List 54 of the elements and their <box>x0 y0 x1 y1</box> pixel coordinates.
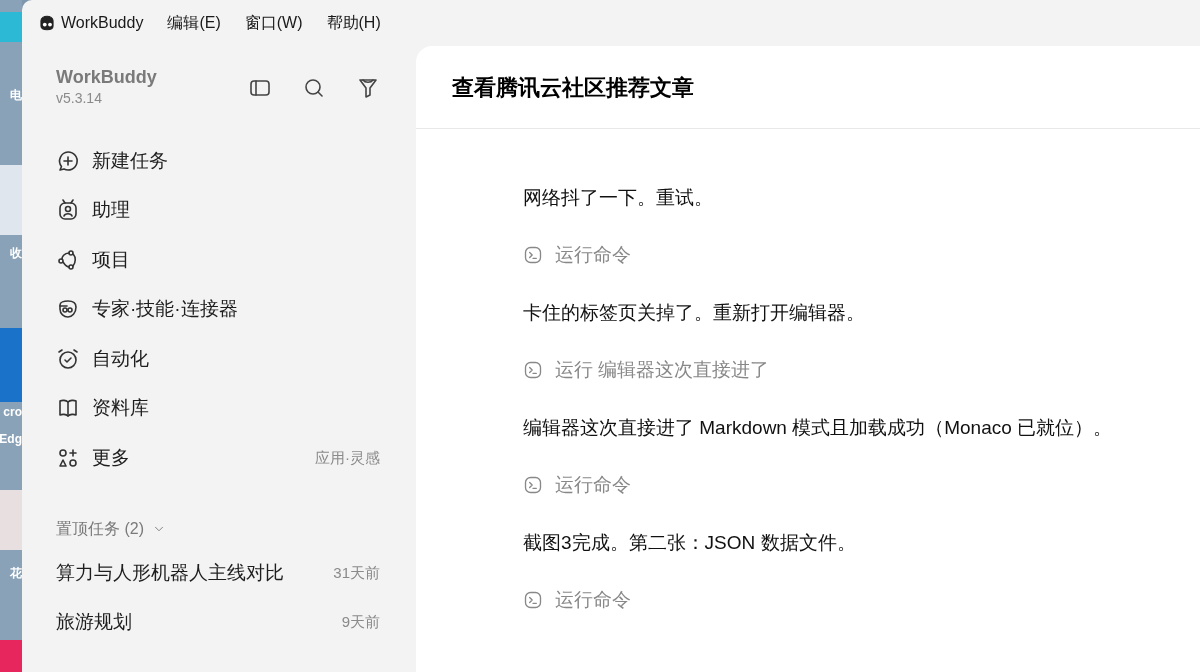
nav-label: 自动化 <box>92 346 150 371</box>
nav-item[interactable]: 项目 <box>56 235 380 285</box>
nav-label: 更多 <box>92 445 131 470</box>
menu-item[interactable]: 编辑(E) <box>167 11 221 35</box>
menu-item[interactable]: 帮助(H) <box>326 11 381 35</box>
task-time: 31天前 <box>333 562 380 583</box>
desktop-icon-label: 收 <box>10 246 22 260</box>
pinned-task[interactable]: 旅游规划 9天前 <box>56 597 380 647</box>
chat-plus-icon <box>56 148 80 173</box>
search-icon <box>302 76 326 100</box>
nav-label: 资料库 <box>92 396 150 420</box>
message-text: 网络抖了一下。重试。 <box>523 185 714 210</box>
nav-label: 新建任务 <box>92 148 169 173</box>
task-title: 算力与人形机器人主线对比 <box>56 560 285 585</box>
desktop-icon-label: cro <box>3 405 22 419</box>
desktop-icon-label: 花 <box>10 566 22 580</box>
message-text: 卡住的标签页关掉了。重新打开编辑器。 <box>523 300 866 325</box>
version-label: v5.3.14 <box>56 89 103 108</box>
person-badge-icon <box>56 198 80 223</box>
nav-item[interactable]: 资料库 <box>56 383 380 433</box>
pinned-task[interactable]: 算力与人形机器人主线对比 31天前 <box>56 548 380 598</box>
conversation-title: 查看腾讯云社区推荐文章 <box>452 73 694 102</box>
search-button[interactable] <box>302 76 326 100</box>
task-time: 9天前 <box>341 611 380 632</box>
run-command-step[interactable]: 运行 编辑器这次直接进了 <box>523 341 1200 399</box>
app-logo-icon <box>38 14 56 32</box>
run-command-step[interactable]: 运行命令 <box>523 226 1200 284</box>
terminal-icon <box>523 475 543 496</box>
nav-item[interactable]: 专家·技能·连接器 <box>56 284 380 334</box>
funnel-icon <box>356 76 380 100</box>
nav-item[interactable]: 新建任务 <box>56 136 380 186</box>
message-text: 截图3完成。第二张：JSON 数据文件。 <box>523 530 857 555</box>
nav-label: 项目 <box>92 247 131 272</box>
nav-item[interactable]: 助理 <box>56 185 380 235</box>
desktop-icon-label: 电 <box>10 88 22 102</box>
task-title: 旅游规划 <box>56 609 133 634</box>
alarm-clock-icon <box>56 346 80 371</box>
funnel-button[interactable] <box>356 76 380 100</box>
run-command-step[interactable]: 运行命令 <box>523 456 1200 514</box>
app-name: WorkBuddy <box>61 13 144 33</box>
nav-item[interactable]: 自动化 <box>56 334 380 384</box>
terminal-icon <box>523 360 543 381</box>
sidebar-app-name: WorkBuddy <box>56 66 157 88</box>
menu-item[interactable]: 窗口(W) <box>244 11 303 35</box>
nav-hint: 应用·灵感 <box>315 447 380 468</box>
desktop-icon-label: Edg <box>0 432 22 446</box>
terminal-icon <box>523 245 543 266</box>
pinned-section-header[interactable]: 置顶任务 (2) <box>56 516 380 541</box>
nav-label: 专家·技能·连接器 <box>92 297 239 321</box>
nav-label: 助理 <box>92 198 131 222</box>
terminal-icon <box>523 590 543 611</box>
nav-item[interactable]: 更多 应用·灵感 <box>56 433 380 483</box>
run-command-step[interactable]: 运行命令 <box>523 571 1200 629</box>
message-text: 编辑器这次直接进了 Markdown 模式且加载成功（Monaco 已就位）。 <box>523 415 1114 440</box>
